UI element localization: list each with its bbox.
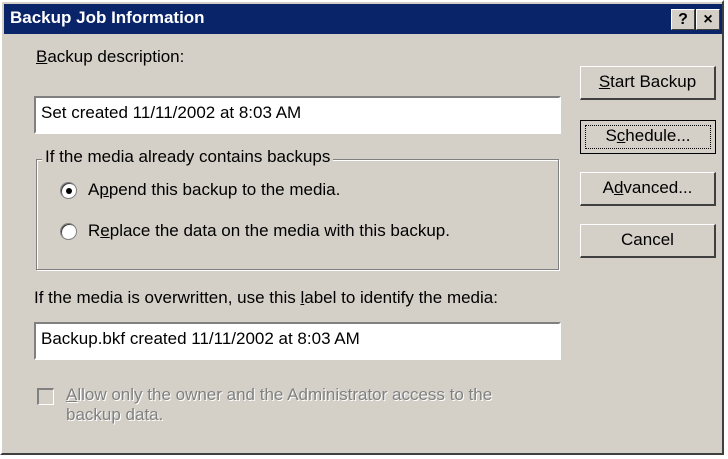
append-radio[interactable]	[60, 182, 77, 199]
backup-description-input[interactable]: Set created 11/11/2002 at 8:03 AM	[34, 96, 561, 134]
close-button[interactable]: ×	[696, 9, 720, 30]
replace-radio-label: Replace the data on the media with this …	[88, 221, 450, 240]
owner-access-label: Allow only the owner and the Administrat…	[66, 385, 493, 424]
media-options-group	[36, 159, 559, 270]
media-options-group-title: If the media already contains backups	[42, 147, 334, 167]
title-bar: Backup Job Information ? ×	[4, 4, 722, 34]
dialog-title: Backup Job Information	[10, 8, 205, 27]
replace-radio[interactable]	[60, 223, 77, 240]
close-icon: ×	[703, 11, 713, 28]
help-button[interactable]: ?	[671, 9, 695, 30]
schedule-button[interactable]: Schedule...	[580, 120, 716, 154]
advanced-button[interactable]: Advanced...	[580, 172, 716, 206]
append-radio-label: Append this backup to the media.	[88, 180, 341, 199]
start-backup-button[interactable]: Start Backup	[580, 66, 716, 100]
radio-selected-dot	[66, 188, 72, 194]
media-label-prompt: If the media is overwritten, use this la…	[34, 288, 498, 307]
media-label-input[interactable]: Backup.bkf created 11/11/2002 at 8:03 AM	[34, 322, 561, 360]
focus-indicator	[585, 125, 711, 149]
backup-description-value: Set created 11/11/2002 at 8:03 AM	[41, 103, 302, 122]
backup-job-dialog: Backup Job Information ? × Backup descri…	[0, 0, 724, 455]
media-label-value: Backup.bkf created 11/11/2002 at 8:03 AM	[41, 329, 360, 348]
cancel-button[interactable]: Cancel	[580, 224, 716, 258]
help-icon: ?	[678, 11, 688, 28]
backup-description-label: Backup description:	[36, 47, 185, 66]
owner-access-checkbox[interactable]	[37, 388, 54, 405]
